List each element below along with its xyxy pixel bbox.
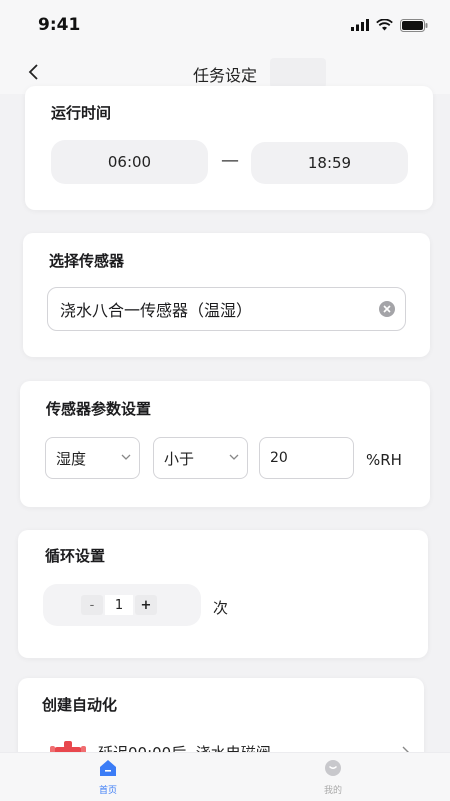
tab-mine[interactable]: 我的 [303, 759, 363, 796]
sensor-card: 选择传感器 浇水八合一传感器（温湿） [23, 233, 430, 357]
loop-stepper: - 1 + [43, 584, 201, 626]
battery-icon [400, 18, 428, 32]
status-time: 9:41 [38, 15, 81, 35]
tab-home-label: 首页 [98, 786, 117, 796]
time-separator: — [221, 150, 239, 171]
run-time-card: 运行时间 06:00 — 18:59 [25, 86, 433, 210]
user-icon [325, 760, 341, 776]
run-time-title: 运行时间 [51, 104, 112, 122]
param-select[interactable]: 湿度 [45, 437, 140, 479]
clear-icon[interactable] [379, 301, 395, 317]
operator-select[interactable]: 小于 [153, 437, 248, 479]
increment-button[interactable]: + [135, 595, 157, 615]
wifi-icon [376, 19, 393, 31]
loop-title: 循环设置 [45, 547, 106, 565]
sensor-title: 选择传感器 [49, 252, 125, 270]
sensor-select-field[interactable]: 浇水八合一传感器（温湿） [47, 287, 406, 331]
status-bar: 9:41 [0, 0, 450, 50]
threshold-input[interactable]: 20 [259, 437, 354, 479]
sensor-value: 浇水八合一传感器（温湿） [60, 301, 253, 320]
params-card: 传感器参数设置 湿度 小于 20 %RH [20, 381, 430, 507]
tab-bar: 首页 我的 [0, 752, 450, 801]
chevron-down-icon [229, 454, 239, 460]
params-title: 传感器参数设置 [46, 400, 152, 418]
threshold-value: 20 [270, 450, 288, 466]
nav-placeholder [270, 58, 326, 88]
start-time-picker[interactable]: 06:00 [51, 140, 208, 184]
tab-mine-label: 我的 [323, 786, 342, 796]
automation-title: 创建自动化 [42, 696, 118, 714]
loop-count[interactable]: 1 [105, 595, 133, 615]
chevron-down-icon [121, 454, 131, 460]
page-title: 任务设定 [192, 66, 257, 85]
home-icon [100, 760, 116, 776]
threshold-unit: %RH [366, 451, 402, 469]
loop-unit: 次 [213, 599, 229, 617]
operator-select-value: 小于 [164, 449, 195, 468]
loop-card: 循环设置 - 1 + 次 [18, 530, 428, 658]
param-select-value: 湿度 [56, 449, 87, 468]
status-icons [351, 18, 428, 32]
cellular-signal-icon [351, 19, 369, 31]
end-time-picker[interactable]: 18:59 [251, 142, 408, 184]
decrement-button[interactable]: - [81, 595, 103, 615]
tab-home[interactable]: 首页 [78, 759, 138, 796]
